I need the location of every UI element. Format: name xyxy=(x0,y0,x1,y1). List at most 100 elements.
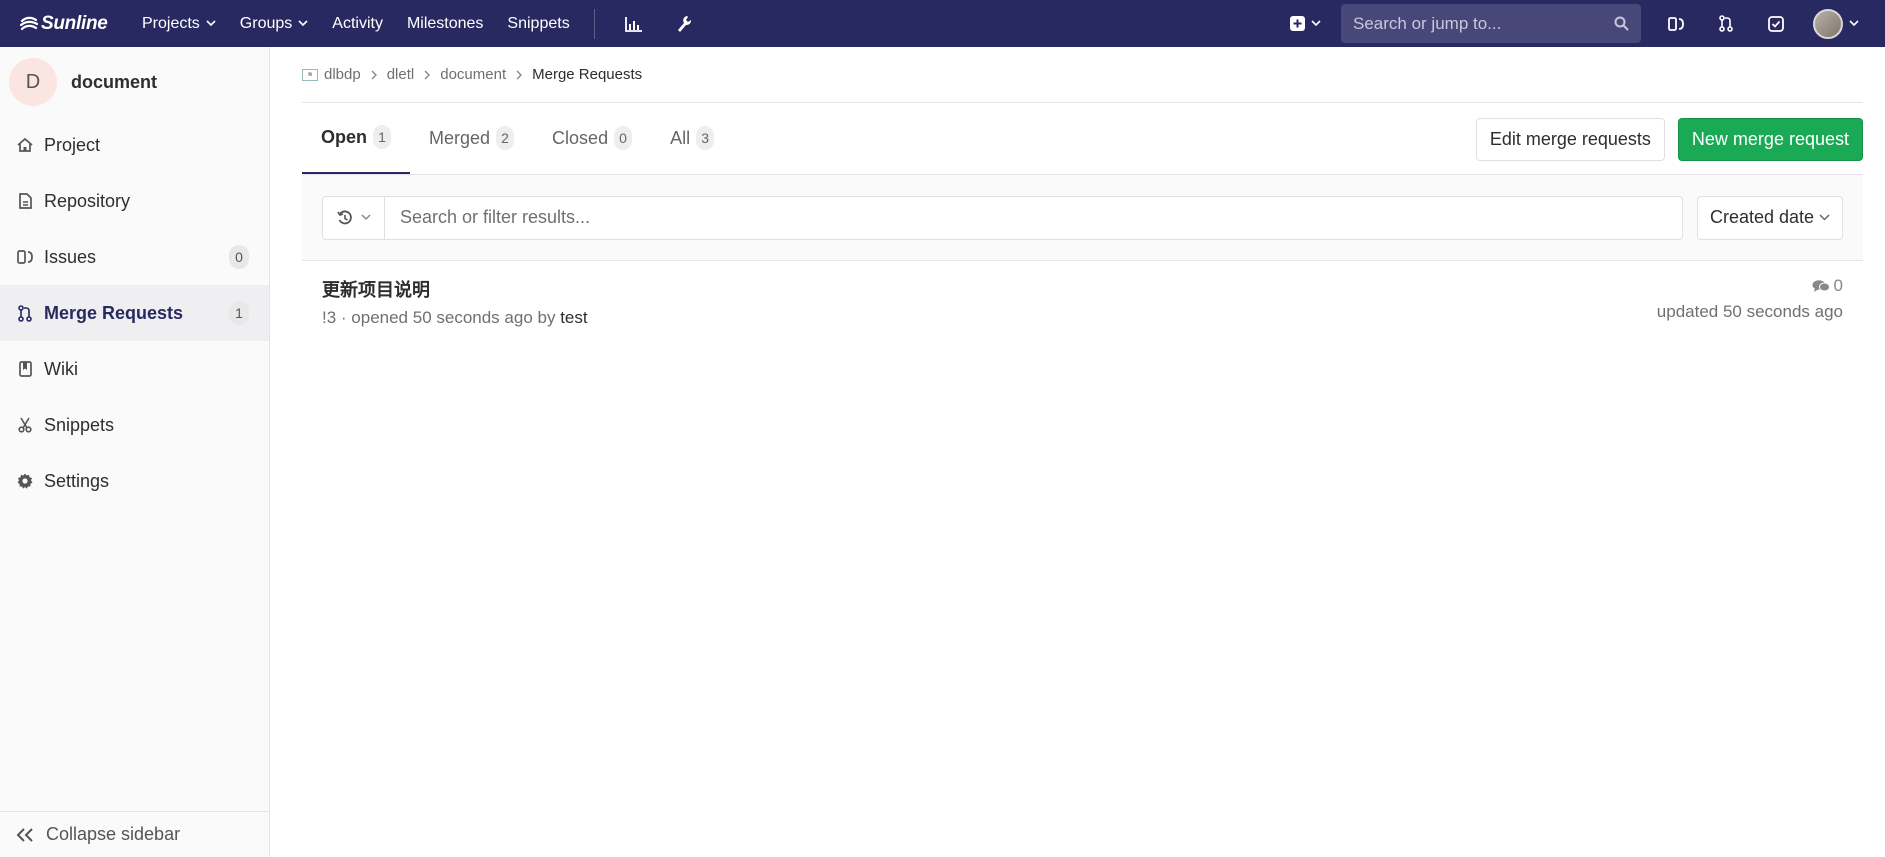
admin-chart-icon[interactable] xyxy=(609,0,659,47)
comments-icon xyxy=(1812,279,1830,293)
tab-closed[interactable]: Closed 0 xyxy=(533,102,651,174)
sidebar-item-merge-requests[interactable]: Merge Requests 1 xyxy=(0,285,269,341)
gear-icon xyxy=(16,473,34,489)
brand-logo[interactable]: Sunline xyxy=(20,0,120,47)
global-search[interactable] xyxy=(1341,4,1641,43)
project-avatar: D xyxy=(9,58,57,106)
history-icon xyxy=(336,210,353,226)
sidebar-item-wiki[interactable]: Wiki xyxy=(0,341,269,397)
issues-count-badge: 0 xyxy=(229,245,249,269)
nav-divider xyxy=(593,8,595,39)
tab-open[interactable]: Open 1 xyxy=(302,102,411,174)
nav-groups[interactable]: Groups xyxy=(240,0,308,47)
sidebar-item-label: Merge Requests xyxy=(44,302,184,323)
issues-nav-icon[interactable] xyxy=(1651,0,1701,47)
sidebar-item-label: Project xyxy=(44,134,101,155)
home-icon xyxy=(16,138,34,152)
chevron-down-icon xyxy=(1311,20,1321,27)
tab-merged[interactable]: Merged 2 xyxy=(410,102,533,174)
top-navbar: Sunline Projects Groups Activity Milesto… xyxy=(0,0,1885,47)
tab-count-badge: 0 xyxy=(614,126,633,150)
nav-groups-label: Groups xyxy=(239,14,293,32)
recent-searches-dropdown[interactable] xyxy=(323,196,385,239)
breadcrumb-current[interactable]: Merge Requests xyxy=(532,66,642,83)
filter-search-input[interactable] xyxy=(385,196,1682,239)
scissors-icon xyxy=(16,417,34,433)
merge-request-author-link[interactable]: test xyxy=(560,308,587,327)
new-merge-request-button[interactable]: New merge request xyxy=(1677,117,1863,161)
chevron-down-icon xyxy=(360,214,371,221)
breadcrumb-item-document[interactable]: document xyxy=(440,66,506,83)
filtered-search xyxy=(322,195,1683,240)
chevron-right-icon xyxy=(424,70,431,80)
tab-count-badge: 2 xyxy=(496,126,515,150)
nav-projects[interactable]: Projects xyxy=(142,0,216,47)
main-content: ≋ dlbdp dletl document Merge Requests Op… xyxy=(302,47,1863,335)
nav-projects-label: Projects xyxy=(142,14,200,32)
chevron-right-icon xyxy=(371,70,377,80)
project-header[interactable]: D document xyxy=(0,47,269,117)
tab-count-badge: 3 xyxy=(696,126,715,150)
collapse-sidebar-label: Collapse sidebar xyxy=(46,824,181,844)
todo-check-icon[interactable] xyxy=(1751,0,1801,47)
sort-dropdown[interactable]: Created date xyxy=(1697,195,1843,240)
tab-label: Closed xyxy=(552,127,609,148)
merge-request-title[interactable]: 更新项目说明 xyxy=(322,276,588,302)
sidebar-item-label: Snippets xyxy=(44,414,115,435)
book-icon xyxy=(16,361,34,377)
comments-count: 0 xyxy=(1833,276,1843,295)
comments-count-link[interactable]: 0 xyxy=(1657,276,1843,296)
chevron-right-icon xyxy=(516,70,523,80)
sidebar-item-settings[interactable]: Settings xyxy=(0,453,269,509)
merge-request-updated: updated 50 seconds ago xyxy=(1656,302,1843,321)
sidebar-item-repository[interactable]: Repository xyxy=(0,173,269,229)
breadcrumb-item-dlbdp[interactable]: dlbdp xyxy=(324,66,361,83)
chevron-down-icon xyxy=(1849,20,1859,27)
list-item: 更新项目说明 !3 · opened 50 seconds ago by tes… xyxy=(302,261,1863,335)
merge-request-nav-icon[interactable] xyxy=(1701,0,1751,47)
sidebar-item-snippets[interactable]: Snippets xyxy=(0,397,269,453)
sort-label: Created date xyxy=(1710,207,1815,227)
nav-snippets[interactable]: Snippets xyxy=(507,0,569,47)
filter-bar: Created date xyxy=(302,175,1863,261)
sunline-logo-icon xyxy=(20,16,38,32)
new-item-dropdown[interactable] xyxy=(1290,16,1321,31)
file-icon xyxy=(16,193,34,209)
tab-label: Open xyxy=(321,126,368,147)
wrench-icon[interactable] xyxy=(659,0,709,47)
edit-merge-requests-button[interactable]: Edit merge requests xyxy=(1475,117,1665,161)
plus-square-icon xyxy=(1290,16,1305,31)
double-chevron-left-icon xyxy=(16,827,34,842)
tab-label: Merged xyxy=(429,127,491,148)
sidebar-item-label: Issues xyxy=(44,246,97,267)
avatar xyxy=(1813,8,1843,39)
chevron-down-icon xyxy=(206,20,216,27)
group-logo-icon: ≋ xyxy=(302,68,318,81)
user-menu[interactable] xyxy=(1813,8,1859,39)
issues-icon xyxy=(16,249,34,265)
breadcrumb-item-dletl[interactable]: dletl xyxy=(387,66,415,83)
global-search-input[interactable] xyxy=(1353,13,1614,34)
sidebar-item-label: Wiki xyxy=(44,358,78,379)
merge-request-meta-text: !3 · opened 50 seconds ago by xyxy=(322,308,561,327)
chevron-down-icon xyxy=(298,20,308,27)
project-name: document xyxy=(71,71,158,92)
sidebar-item-project[interactable]: Project xyxy=(0,117,269,173)
tab-all[interactable]: All 3 xyxy=(651,102,733,174)
merge-request-meta: !3 · opened 50 seconds ago by test xyxy=(322,308,588,328)
sidebar-item-label: Settings xyxy=(44,470,110,491)
merge-requests-count-badge: 1 xyxy=(229,301,249,325)
breadcrumb: ≋ dlbdp dletl document Merge Requests xyxy=(302,47,1863,103)
brand-name: Sunline xyxy=(41,12,108,34)
search-icon xyxy=(1614,16,1629,31)
merge-request-icon xyxy=(16,304,34,322)
sidebar-item-label: Repository xyxy=(44,190,131,211)
nav-activity[interactable]: Activity xyxy=(332,0,383,47)
collapse-sidebar-button[interactable]: Collapse sidebar xyxy=(0,811,269,857)
chevron-down-icon xyxy=(1819,214,1830,221)
nav-milestones[interactable]: Milestones xyxy=(407,0,483,47)
state-tabs: Open 1 Merged 2 Closed 0 All 3 Edit merg… xyxy=(302,103,1863,175)
sidebar-item-issues[interactable]: Issues 0 xyxy=(0,229,269,285)
sidebar: D document Project Repository Issues 0 M… xyxy=(0,47,270,857)
tab-label: All xyxy=(670,127,691,148)
